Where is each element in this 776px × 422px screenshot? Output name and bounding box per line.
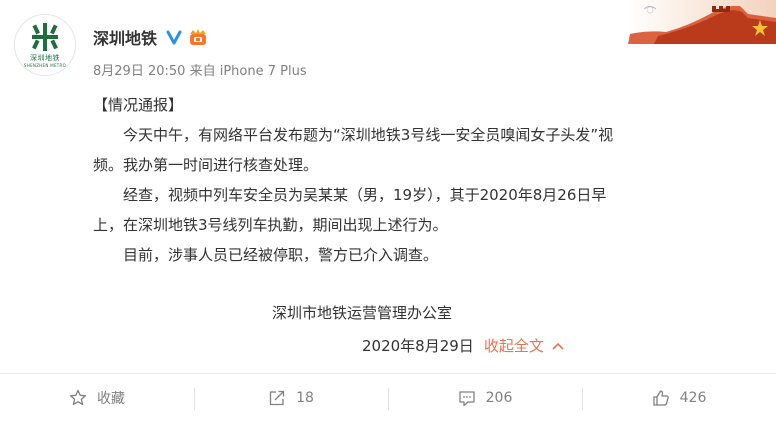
post-date-row: 2020年8月29日 收起全文 — [362, 335, 564, 356]
star-icon — [69, 389, 87, 406]
post-meta: 8月29日 20:50 来自 iPhone 7 Plus — [93, 60, 307, 79]
repost-icon — [269, 390, 285, 406]
post-source-link[interactable]: iPhone 7 Plus — [220, 64, 307, 79]
post-line: 经查，视频中列车安全员为吴某某（男，19岁），其于2020年8月26日早 — [123, 186, 607, 204]
like-icon — [652, 390, 669, 406]
vip-badge-icon[interactable] — [187, 28, 209, 46]
repost-count: 18 — [296, 390, 314, 406]
comment-count: 206 — [485, 390, 513, 406]
like-button[interactable]: 426 — [582, 374, 776, 422]
name-row: 深圳地铁 — [93, 26, 209, 48]
comment-icon — [458, 391, 475, 407]
festival-banner-image — [628, 0, 776, 44]
post-line: 今天中午，有网络平台发布题为“深圳地铁3号线一安全员嗅闻女子头发”视 — [123, 126, 614, 144]
repost-button[interactable]: 18 — [194, 374, 388, 422]
post-line: 目前，涉事人员已经被停职，警方已介入调查。 — [123, 246, 439, 264]
post-line: 上，在深圳地铁3号线列车执勤，期间出现上述行为。 — [93, 216, 448, 234]
avatar[interactable]: 深圳地铁 SHENZHEN METRO — [14, 14, 76, 76]
verified-icon[interactable] — [166, 29, 182, 45]
post-heading: 【情况通报】 — [93, 96, 184, 114]
weibo-post-card: 深圳地铁 SHENZHEN METRO 深圳地铁 8月29日 20:50 来自 … — [0, 0, 776, 422]
post-signer: 深圳市地铁运营管理办公室 — [272, 304, 453, 322]
logo-text-en: SHENZHEN METRO — [23, 62, 67, 68]
action-bar: 收藏 18 206 426 — [0, 373, 776, 422]
metro-logo-icon — [32, 22, 58, 51]
favorite-button[interactable]: 收藏 — [0, 374, 194, 422]
collapse-button[interactable]: 收起全文 — [484, 335, 564, 356]
like-count: 426 — [679, 390, 707, 406]
collapse-label: 收起全文 — [483, 337, 544, 355]
logo-text-cn: 深圳地铁 — [30, 53, 60, 62]
post-line: 频。我办第一时间进行核查处理。 — [93, 156, 319, 174]
post-time-link[interactable]: 8月29日 20:50 — [93, 64, 185, 79]
post-date: 2020年8月29日 — [362, 337, 474, 355]
username-link[interactable]: 深圳地铁 — [93, 25, 157, 49]
comment-button[interactable]: 206 — [388, 374, 582, 422]
chevron-up-icon — [552, 342, 564, 350]
source-prefix: 来自 — [189, 64, 216, 79]
favorite-label: 收藏 — [97, 391, 125, 407]
post-content: 【情况通报】 今天中午，有网络平台发布题为“深圳地铁3号线一安全员嗅闻女子头发”… — [93, 90, 733, 270]
